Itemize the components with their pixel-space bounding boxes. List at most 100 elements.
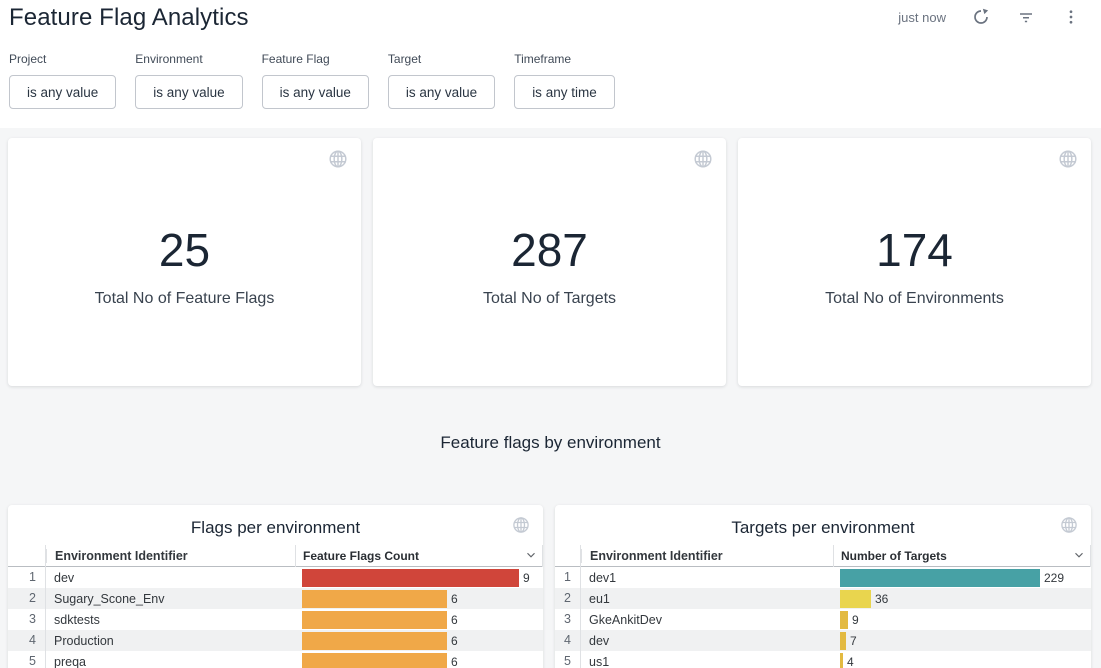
row-number: 2 [8, 588, 46, 609]
value-bar [302, 653, 447, 668]
section-title: Feature flags by environment [0, 433, 1101, 453]
column-header-value-label: Feature Flags Count [303, 549, 419, 563]
stat-value: 174 [738, 224, 1091, 276]
filter-environment-button[interactable]: is any value [135, 75, 242, 109]
stat-cards-row: 25 Total No of Feature Flags 287 Total N… [8, 138, 1091, 386]
value-label: 4 [847, 653, 854, 668]
table-title: Flags per environment [8, 518, 543, 538]
value-cell: 6 [295, 609, 543, 630]
globe-icon [327, 148, 349, 175]
value-cell: 36 [833, 588, 1091, 609]
data-table: Environment Identifier Feature Flags Cou… [8, 545, 543, 668]
value-bar [840, 653, 843, 668]
chevron-down-icon[interactable] [1072, 548, 1086, 565]
environment-identifier-cell: Production [46, 634, 295, 648]
value-label: 7 [850, 632, 857, 650]
environment-identifier-cell: dev [581, 634, 833, 648]
stat-value: 287 [373, 224, 726, 276]
environment-identifier-cell: sdktests [46, 613, 295, 627]
table-row: 2eu1 36 [555, 588, 1091, 609]
value-cell: 4 [833, 651, 1091, 668]
column-header-value[interactable]: Number of Targets [833, 545, 1091, 567]
table-body: 1dev92Sugary_Scone_Env63sdktests64Produc… [8, 567, 543, 668]
filter-label: Target [388, 52, 495, 66]
value-bar [302, 632, 447, 650]
stat-content: 287 Total No of Targets [373, 224, 726, 308]
chevron-down-icon[interactable] [524, 548, 538, 565]
stat-label: Total No of Environments [738, 290, 1091, 308]
table-row: 1dev9 [8, 567, 543, 588]
column-header-identifier[interactable]: Environment Identifier [46, 549, 295, 563]
row-number: 1 [555, 567, 581, 588]
value-cell: 9 [833, 609, 1091, 630]
row-number: 5 [8, 651, 46, 668]
stat-value: 25 [8, 224, 361, 276]
table-title: Targets per environment [555, 518, 1091, 538]
globe-icon [692, 148, 714, 175]
filter-timeframe-button[interactable]: is any time [514, 75, 615, 109]
row-number-header [555, 545, 581, 567]
value-cell: 6 [295, 630, 543, 651]
value-cell: 9 [295, 567, 543, 588]
filter-environment: Environment is any value [135, 52, 242, 109]
environment-identifier-cell: us1 [581, 655, 833, 668]
refresh-icon[interactable] [971, 7, 991, 27]
value-label: 9 [852, 611, 859, 629]
environment-identifier-cell: preqa [46, 655, 295, 668]
filter-feature-flag-button[interactable]: is any value [262, 75, 369, 109]
value-label: 6 [451, 653, 458, 668]
targets-per-environment-card: Targets per environment Environment Iden… [555, 505, 1091, 668]
column-header-value[interactable]: Feature Flags Count [295, 545, 543, 567]
value-cell: 6 [295, 651, 543, 668]
table-row: 5preqa 6 [8, 651, 543, 668]
stat-card-environments: 174 Total No of Environments [738, 138, 1091, 386]
filter-feature-flag: Feature Flag is any value [262, 52, 369, 109]
page-title: Feature Flag Analytics [9, 3, 249, 33]
row-number: 2 [555, 588, 581, 609]
filter-timeframe: Timeframe is any time [514, 52, 615, 109]
row-number: 4 [8, 630, 46, 651]
row-number-header [8, 545, 46, 567]
row-number: 5 [555, 651, 581, 668]
value-label: 6 [451, 590, 458, 608]
table-body: 1dev12292eu1363GkeAnkitDev94dev75us14 [555, 567, 1091, 668]
row-number: 1 [8, 567, 46, 588]
column-header-value-label: Number of Targets [841, 549, 947, 563]
globe-icon [511, 515, 531, 540]
value-bar [302, 611, 447, 629]
table-header: Environment Identifier Feature Flags Cou… [8, 545, 543, 567]
table-row: 3GkeAnkitDev9 [555, 609, 1091, 630]
table-cards-row: Flags per environment Environment Identi… [8, 505, 1091, 668]
globe-icon [1059, 515, 1079, 540]
table-row: 1dev1229 [555, 567, 1091, 588]
filter-project: Project is any value [9, 52, 116, 109]
filter-target: Target is any value [388, 52, 495, 109]
value-bar [840, 590, 871, 608]
environment-identifier-cell: dev [46, 571, 295, 585]
value-bar [840, 632, 846, 650]
table-row: 3sdktests6 [8, 609, 543, 630]
filter-label: Project [9, 52, 116, 66]
stat-content: 25 Total No of Feature Flags [8, 224, 361, 308]
value-cell: 7 [833, 630, 1091, 651]
value-label: 6 [451, 632, 458, 650]
filter-icon[interactable] [1016, 7, 1036, 27]
environment-identifier-cell: eu1 [581, 592, 833, 606]
filter-project-button[interactable]: is any value [9, 75, 116, 109]
environment-identifier-cell: GkeAnkitDev [581, 613, 833, 627]
environment-identifier-cell: Sugary_Scone_Env [46, 592, 295, 606]
flags-per-environment-card: Flags per environment Environment Identi… [8, 505, 543, 668]
value-bar [302, 569, 519, 587]
more-options-icon[interactable] [1061, 7, 1081, 27]
stat-label: Total No of Feature Flags [8, 290, 361, 308]
last-refresh-text: just now [898, 10, 946, 25]
table-row: 2Sugary_Scone_Env 6 [8, 588, 543, 609]
table-row: 4dev 7 [555, 630, 1091, 651]
stat-card-feature-flags: 25 Total No of Feature Flags [8, 138, 361, 386]
dashboard-header: Feature Flag Analytics just now [0, 0, 1101, 36]
header-actions: just now [898, 5, 1081, 29]
filter-target-button[interactable]: is any value [388, 75, 495, 109]
value-label: 36 [875, 590, 888, 608]
column-header-identifier[interactable]: Environment Identifier [581, 549, 833, 563]
row-number: 4 [555, 630, 581, 651]
